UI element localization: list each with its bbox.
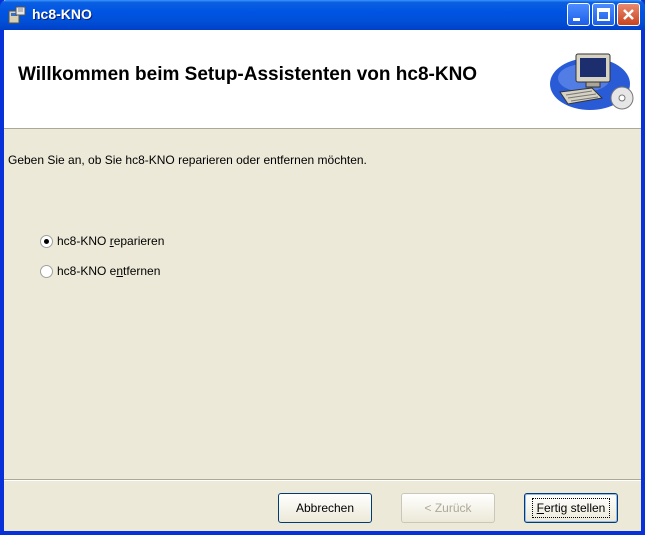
close-icon	[623, 9, 634, 20]
instruction-text: Geben Sie an, ob Sie hc8-KNO reparieren …	[8, 153, 367, 167]
cancel-button[interactable]: Abbrechen	[278, 493, 372, 523]
header-banner: Willkommen beim Setup-Assistenten von hc…	[4, 30, 641, 129]
minimize-button[interactable]	[567, 3, 590, 26]
maximize-button[interactable]	[592, 3, 615, 26]
computer-setup-icon	[550, 53, 634, 110]
footer-divider	[4, 479, 641, 481]
setup-window: hc8-KNO Willkommen beim Setup-Assistente…	[0, 0, 645, 535]
back-button[interactable]: < Zurück	[401, 493, 495, 523]
radio-selected-dot	[44, 239, 49, 244]
page-title: Willkommen beim Setup-Assistenten von hc…	[18, 64, 478, 85]
finish-label: Fertig stellen	[531, 498, 611, 518]
repair-radio[interactable]	[40, 235, 53, 248]
close-button[interactable]	[617, 3, 640, 26]
repair-label[interactable]: hc8-KNO reparieren	[57, 234, 164, 248]
installer-icon	[8, 6, 26, 24]
maximize-icon	[597, 8, 610, 21]
remove-label[interactable]: hc8-KNO entfernen	[57, 264, 160, 278]
finish-button[interactable]: Fertig stellen	[524, 493, 618, 523]
window-title: hc8-KNO	[32, 6, 92, 22]
remove-radio[interactable]	[40, 265, 53, 278]
title-bar[interactable]: hc8-KNO	[0, 0, 645, 30]
minimize-icon	[573, 18, 580, 21]
